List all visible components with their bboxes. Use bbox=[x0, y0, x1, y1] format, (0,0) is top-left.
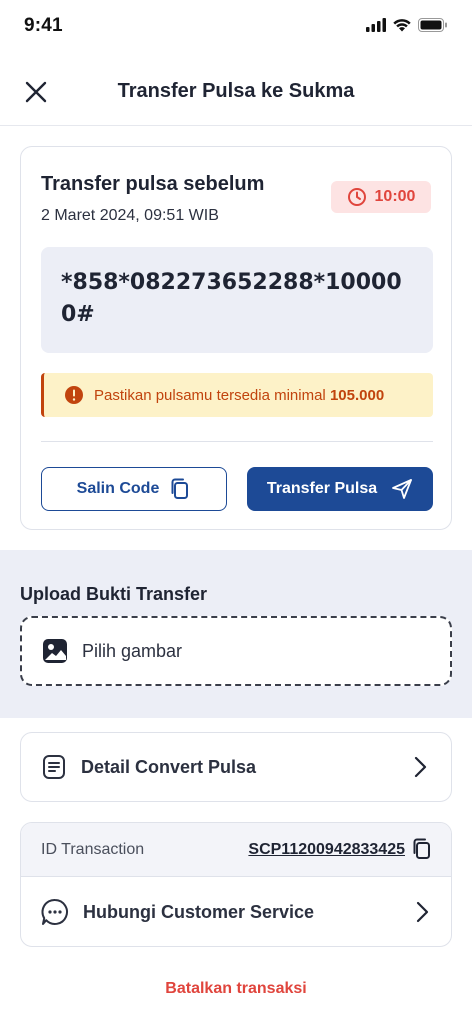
status-icons bbox=[366, 18, 448, 32]
detail-convert-label: Detail Convert Pulsa bbox=[81, 756, 257, 777]
transaction-id-label: ID Transaction bbox=[41, 841, 145, 858]
document-icon bbox=[43, 755, 65, 779]
timer-text: 10:00 bbox=[374, 188, 416, 205]
card-title: Transfer pulsa sebelum bbox=[41, 173, 265, 195]
upload-section: Upload Bukti Transfer Pilih gambar bbox=[0, 550, 472, 718]
ussd-code-box: *858*082273652288*100000# bbox=[41, 247, 433, 353]
ussd-code: *858*082273652288*100000# bbox=[61, 270, 402, 327]
copy-code-label: Salin Code bbox=[76, 480, 160, 497]
wifi-icon bbox=[393, 19, 411, 32]
cancel-transaction-link[interactable]: Batalkan transaksi bbox=[0, 980, 472, 998]
send-icon bbox=[392, 479, 413, 499]
customer-service-row[interactable]: Hubungi Customer Service bbox=[21, 877, 451, 946]
chevron-right-icon bbox=[416, 901, 429, 923]
transfer-card: Transfer pulsa sebelum 2 Maret 2024, 09:… bbox=[20, 146, 452, 530]
signal-icon bbox=[366, 18, 386, 32]
transaction-id-value[interactable]: SCP11200942833425 bbox=[248, 841, 405, 859]
card-date: 2 Maret 2024, 09:51 WIB bbox=[41, 207, 219, 224]
status-bar: 9:41 bbox=[0, 0, 472, 54]
copy-icon[interactable] bbox=[411, 838, 433, 860]
customer-service-label: Hubungi Customer Service bbox=[83, 901, 315, 922]
status-time: 9:41 bbox=[24, 15, 63, 36]
warning-text: Pastikan pulsamu tersedia minimal 105.00… bbox=[94, 386, 385, 404]
header: Transfer Pulsa ke Sukma bbox=[0, 60, 472, 126]
upload-image-picker[interactable]: Pilih gambar bbox=[20, 616, 452, 686]
alert-circle-icon bbox=[65, 386, 83, 404]
clock-icon bbox=[347, 188, 366, 206]
transaction-id-row: ID Transaction SCP11200942833425 bbox=[21, 823, 451, 877]
copy-icon bbox=[171, 478, 189, 499]
chat-icon bbox=[41, 898, 68, 925]
chevron-right-icon bbox=[414, 756, 427, 778]
divider bbox=[41, 441, 433, 442]
detail-convert-row[interactable]: Detail Convert Pulsa bbox=[20, 732, 452, 802]
image-icon bbox=[43, 639, 67, 663]
transaction-card: ID Transaction SCP11200942833425 Hubungi… bbox=[20, 822, 452, 947]
transfer-pulsa-label: Transfer Pulsa bbox=[266, 480, 378, 497]
copy-code-button[interactable]: Salin Code bbox=[41, 467, 227, 511]
transfer-pulsa-button[interactable]: Transfer Pulsa bbox=[247, 467, 433, 511]
page-title: Transfer Pulsa ke Sukma bbox=[117, 80, 355, 102]
timer-badge: 10:00 bbox=[331, 181, 431, 213]
battery-icon bbox=[418, 18, 447, 32]
upload-placeholder: Pilih gambar bbox=[82, 640, 183, 661]
warning-amount: 105.000 bbox=[329, 386, 385, 404]
upload-title: Upload Bukti Transfer bbox=[20, 584, 208, 604]
warning-banner: Pastikan pulsamu tersedia minimal 105.00… bbox=[41, 373, 433, 417]
